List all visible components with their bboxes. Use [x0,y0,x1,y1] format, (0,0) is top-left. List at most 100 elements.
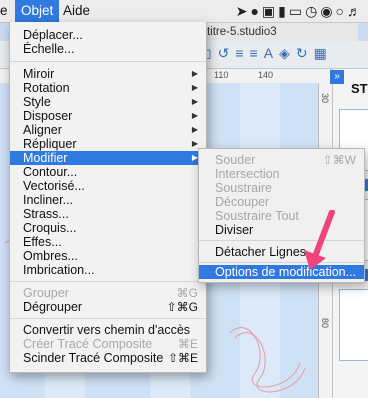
menu-separator [10,281,206,282]
menu-item-label: Intersection [215,167,280,181]
menu-item-label: Convertir vers chemin d'accès [23,323,191,337]
menu-item-label: Croquis... [23,221,77,235]
menu-item-label: Déplacer... [23,28,83,42]
annotation-arrow-icon [304,210,335,270]
rotate-tool-icon[interactable]: ↺ [218,45,236,61]
menu-item-creer-trace-composite: Créer Tracé Composite ⌘E [10,337,206,351]
objet-menu: Déplacer... Échelle... Miroir ▶ Rotation ▶… [9,22,207,373]
menu-item-echelle[interactable]: Échelle... [10,42,206,56]
ruler-mark: 30 [320,92,331,104]
align-icon[interactable]: ≡ [235,45,249,61]
menu-item-label: Imbrication... [23,263,95,277]
menu-item-miroir[interactable]: Miroir ▶ [10,67,206,81]
panel-title: STY [351,81,368,96]
menu-item-scinder-trace-composite[interactable]: Scinder Tracé Composite ⇧⌘E [10,351,206,365]
airplay-icon[interactable]: ▭ [289,3,305,19]
menu-item-repliquer[interactable]: Répliquer ▶ [10,137,206,151]
menu-item-effes[interactable]: Effes... [10,235,206,249]
menu-item-croquis[interactable]: Croquis... [10,221,206,235]
time-machine-icon[interactable]: ◷ [305,3,320,19]
menu-item-vectorise[interactable]: Vectorisé... [10,179,206,193]
menu-separator [10,318,206,319]
menu-item-aligner[interactable]: Aligner ▶ [10,123,206,137]
submenu-arrow-icon: ▶ [191,97,198,106]
shortcut-label: ⌘E [177,337,198,351]
menu-item-label: Découper [215,195,270,209]
submenu-item-soustraire: Soustraire [199,181,364,195]
bluetooth-icon[interactable]: ○ [336,3,347,19]
node-tool-icon[interactable]: ◈ [279,45,296,61]
ruler-mark: 140 [258,70,274,80]
menu-item-label: Répliquer [23,137,77,151]
submenu-arrow-icon: ▶ [191,83,198,92]
submenu-arrow-icon: ▶ [191,125,198,134]
menu-item-strass[interactable]: Strass... [10,207,206,221]
submenu-item-souder: Souder ⇧⌘W [199,153,364,167]
submenu-arrow-icon: ▶ [191,69,198,78]
submenu-arrow-icon: ▶ [191,111,198,120]
menu-bar: e Objet Aide ➤●▣▮▭◷◉○♬ [0,0,368,23]
menu-item-label: Créer Tracé Composite [23,337,153,351]
menu-item-label: Ombres... [23,249,78,263]
menu-item-label: Détacher Lignes [215,245,307,259]
battery-icon[interactable]: ▮ [278,3,289,19]
menu-item-imbrication[interactable]: Imbrication... [10,263,206,277]
menubar-item-objet[interactable]: Objet [15,0,60,22]
shortcut-label: ⌘G [176,286,198,300]
status-icons: ➤●▣▮▭◷◉○♬ [236,0,364,22]
menu-item-label: Style [23,95,51,109]
cloud-icon[interactable]: ● [250,3,261,19]
menu-item-label: Vectorisé... [23,179,85,193]
panel-expand-button[interactable]: » [330,70,344,84]
wifi-icon[interactable]: ◉ [320,3,335,19]
menu-item-label: Rotation [23,81,70,95]
volume-icon[interactable]: ♬ [347,3,364,19]
shortcut-label: ⇧⌘E [167,351,198,365]
menu-item-disposer[interactable]: Disposer ▶ [10,109,206,123]
shortcut-label: ⇧⌘W [322,153,356,167]
panel-field[interactable] [339,289,368,361]
menu-item-label: Dégrouper [23,300,83,314]
menu-item-label: Soustraire Tout [215,209,299,223]
menu-item-label: Strass... [23,207,69,221]
toolbar-icons: ◻↺≡≡A◈↻▦ [200,45,333,62]
document-title: s titre-5.studio3 [190,23,358,41]
spiral-icon[interactable]: ↻ [296,45,314,61]
menu-item-rotation[interactable]: Rotation ▶ [10,81,206,95]
menu-item-modifier[interactable]: Modifier ▶ [10,151,206,165]
menu-item-style[interactable]: Style ▶ [10,95,206,109]
menu-item-ombres[interactable]: Ombres... [10,249,206,263]
distribute-icon[interactable]: ≡ [250,45,264,61]
ruler-mark: 80 [320,317,331,329]
menu-item-deplacer[interactable]: Déplacer... [10,28,206,42]
menu-separator [10,61,206,62]
menu-item-label: Miroir [23,67,55,81]
menu-item-label: Disposer [23,109,73,123]
menu-item-label: Modifier [23,151,68,165]
menu-item-label: Scinder Tracé Composite [23,351,164,365]
shortcut-label: ⇧⌘G [166,300,198,314]
menu-item-degrouper[interactable]: Dégrouper ⇧⌘G [10,300,206,314]
menu-item-label: Effes... [23,235,62,249]
menubar-item-aide[interactable]: Aide [63,0,90,22]
dropbox-icon[interactable]: ➤ [236,3,251,19]
menu-item-label: Souder [215,153,256,167]
text-tool-icon[interactable]: A [264,45,279,61]
ruler-mark: 110 [214,70,229,80]
menu-item-contour[interactable]: Contour... [10,165,206,179]
page-icon[interactable]: ▦ [314,45,333,61]
app-icon[interactable]: ▣ [262,3,278,19]
menubar-item-partial[interactable]: e [0,0,10,22]
menu-item-label: Incliner... [23,193,74,207]
menu-item-label: Aligner [23,123,62,137]
menu-item-label: Contour... [23,165,78,179]
menu-item-label: Soustraire [215,181,272,195]
menu-item-label: Diviser [215,223,254,237]
menu-item-grouper: Grouper ⌘G [10,286,206,300]
submenu-item-intersection: Intersection [199,167,364,181]
menu-item-incliner[interactable]: Incliner... [10,193,206,207]
menu-item-convertir-chemin[interactable]: Convertir vers chemin d'accès [10,323,206,337]
menu-item-label: Grouper [23,286,69,300]
submenu-item-decouper: Découper [199,195,364,209]
menu-item-label: Échelle... [23,42,75,56]
